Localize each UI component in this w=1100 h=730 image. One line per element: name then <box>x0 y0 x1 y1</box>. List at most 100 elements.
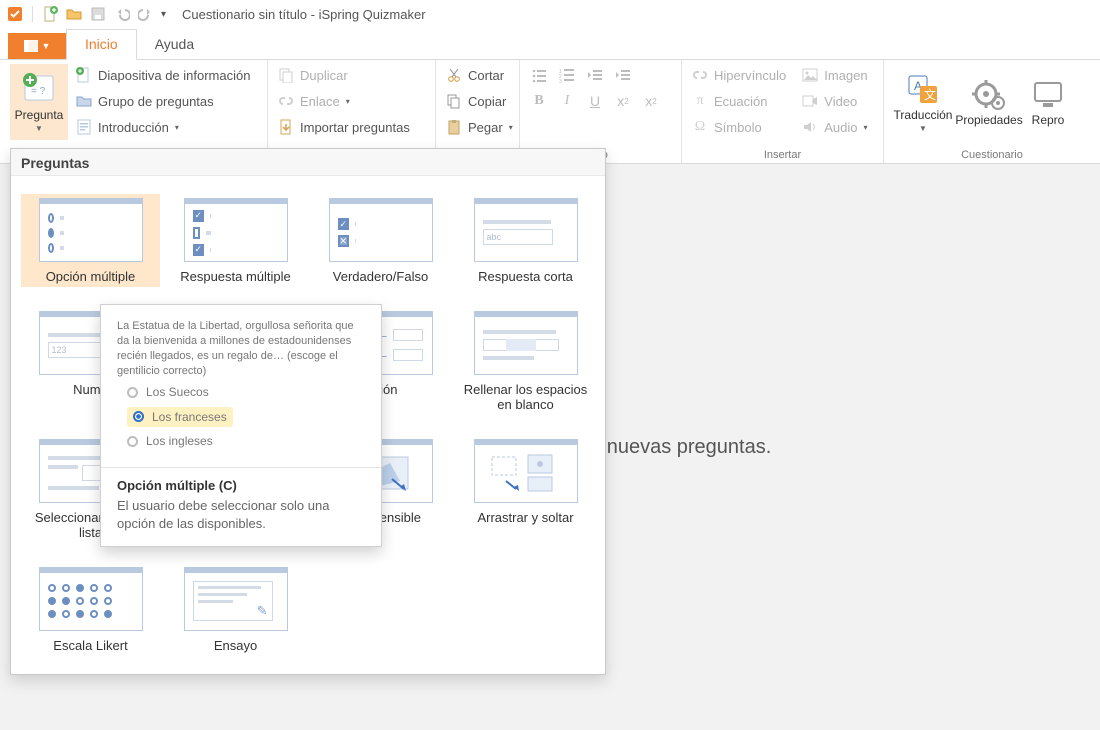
intro-label: Introducción <box>98 120 169 135</box>
translate-label: Traducción <box>894 108 953 122</box>
symbol-label: Símbolo <box>714 120 762 135</box>
question-type-respuesta-corta[interactable]: abcRespuesta corta <box>456 194 595 287</box>
numbering-icon[interactable]: 123 <box>558 66 576 84</box>
duplicate-label: Duplicar <box>300 68 348 83</box>
image-label: Imagen <box>824 68 867 83</box>
chevron-down-icon: ▾ <box>175 123 179 132</box>
translate-button[interactable]: A文 Traducción ▼ <box>894 64 952 140</box>
paste-label: Pegar <box>468 120 503 135</box>
tab-home[interactable]: Inicio <box>66 29 137 60</box>
image-icon <box>802 67 818 83</box>
superscript-icon[interactable]: x2 <box>642 92 660 110</box>
question-type-label: Escala Likert <box>53 639 127 654</box>
underline-icon[interactable]: U <box>586 92 604 110</box>
audio-button[interactable]: Audio ▾ <box>802 116 867 138</box>
import-icon <box>278 119 294 135</box>
intro-button[interactable]: Introducción ▾ <box>76 116 250 138</box>
question-type-opcion-multiple[interactable]: Opción múltiple <box>21 194 160 287</box>
link-label: Enlace <box>300 94 340 109</box>
equation-button[interactable]: π Ecuación <box>692 90 786 112</box>
question-group-label: Grupo de preguntas <box>98 94 214 109</box>
bullets-icon[interactable] <box>530 66 548 84</box>
question-type-label: Arrastrar y soltar <box>477 511 573 526</box>
tooltip-preview-question: La Estatua de la Libertad, orgullosa señ… <box>117 319 365 378</box>
app-icon <box>6 5 24 23</box>
quick-access-toolbar: ▾ Cuestionario sin título - iSpring Quiz… <box>0 0 1100 28</box>
chevron-down-icon: ▾ <box>509 123 513 132</box>
duplicate-icon <box>278 67 294 83</box>
repro-button[interactable]: Repro <box>1026 64 1070 140</box>
properties-button[interactable]: Propiedades <box>960 64 1018 140</box>
image-button[interactable]: Imagen <box>802 64 867 86</box>
svg-text:3: 3 <box>559 79 562 83</box>
tooltip-opt-1: Los Suecos <box>146 384 209 400</box>
page-plus-icon <box>76 67 92 83</box>
question-type-respuesta-multiple[interactable]: ✓✓Respuesta múltiple <box>166 194 305 287</box>
tooltip-title: Opción múltiple (C) <box>117 478 365 493</box>
tab-row: ▼ Inicio Ayuda <box>0 28 1100 60</box>
info-slide-button[interactable]: Diapositiva de información <box>76 64 250 86</box>
repro-label: Repro <box>1032 113 1065 127</box>
dropdown-header: Preguntas <box>11 149 605 176</box>
video-label: Video <box>824 94 857 109</box>
cut-button[interactable]: Cortar <box>446 64 509 86</box>
undo-icon[interactable] <box>113 5 131 23</box>
hyperlink-label: Hipervínculo <box>714 68 786 83</box>
question-type-verdadero-falso[interactable]: ✓✕Verdadero/Falso <box>311 194 450 287</box>
info-slide-label: Diapositiva de información <box>98 68 250 83</box>
question-type-rellenar[interactable]: Rellenar los espacios en blanco <box>456 307 595 415</box>
question-button[interactable]: = ? Pregunta ▼ <box>10 64 68 140</box>
svg-text:文: 文 <box>924 87 936 102</box>
save-icon[interactable] <box>89 5 107 23</box>
chevron-down-icon: ▼ <box>42 41 51 51</box>
question-type-ensayo[interactable]: ✎Ensayo <box>166 563 305 656</box>
group-insert: Hipervínculo π Ecuación Ω Símbolo Imagen <box>682 60 884 163</box>
subscript-icon[interactable]: x2 <box>614 92 632 110</box>
properties-label: Propiedades <box>955 113 1022 127</box>
paste-icon <box>446 119 462 135</box>
audio-label: Audio <box>824 120 857 135</box>
bold-icon[interactable]: B <box>530 92 548 110</box>
copy-button[interactable]: Copiar <box>446 90 509 112</box>
svg-text:= ?: = ? <box>31 86 46 97</box>
qat-more-icon[interactable]: ▾ <box>161 9 166 20</box>
italic-icon[interactable]: I <box>558 92 576 110</box>
pi-icon: π <box>692 93 708 109</box>
question-type-likert[interactable]: Escala Likert <box>21 563 160 656</box>
window-title: Cuestionario sin título - iSpring Quizma… <box>182 7 426 22</box>
symbol-button[interactable]: Ω Símbolo <box>692 116 786 138</box>
question-group-button[interactable]: Grupo de preguntas <box>76 90 250 112</box>
question-type-label: Respuesta corta <box>478 270 573 285</box>
import-button[interactable]: Importar preguntas <box>278 116 425 138</box>
open-folder-icon[interactable] <box>65 5 83 23</box>
panel-icon <box>24 40 38 52</box>
question-type-label: Respuesta múltiple <box>180 270 291 285</box>
page-lines-icon <box>76 119 92 135</box>
tab-help[interactable]: Ayuda <box>137 30 212 59</box>
link-button[interactable]: Enlace ▾ <box>278 90 425 112</box>
question-type-arrastrar-soltar[interactable]: Arrastrar y soltar <box>456 435 595 543</box>
chevron-down-icon: ▼ <box>919 124 927 133</box>
hyperlink-button[interactable]: Hipervínculo <box>692 64 786 86</box>
paste-button[interactable]: Pegar ▾ <box>446 116 509 138</box>
audio-icon <box>802 119 818 135</box>
chevron-down-icon: ▾ <box>346 97 350 106</box>
file-menu-button[interactable]: ▼ <box>8 33 66 59</box>
chevron-down-icon: ▾ <box>864 123 868 132</box>
video-button[interactable]: Video <box>802 90 867 112</box>
redo-icon[interactable] <box>137 5 155 23</box>
group-quiz-label: Cuestionario <box>894 147 1090 161</box>
duplicate-button[interactable]: Duplicar <box>278 64 425 86</box>
omega-icon: Ω <box>692 119 708 135</box>
tooltip-opt-3: Los ingleses <box>146 433 213 449</box>
outdent-icon[interactable] <box>586 66 604 84</box>
folder-icon <box>76 93 92 109</box>
tooltip-desc: El usuario debe seleccionar solo una opc… <box>117 497 365 532</box>
import-label: Importar preguntas <box>300 120 410 135</box>
new-file-icon[interactable] <box>41 5 59 23</box>
chevron-down-icon: ▼ <box>35 124 43 133</box>
scissors-icon <box>446 67 462 83</box>
link-icon <box>692 67 708 83</box>
copy-icon <box>446 93 462 109</box>
indent-icon[interactable] <box>614 66 632 84</box>
